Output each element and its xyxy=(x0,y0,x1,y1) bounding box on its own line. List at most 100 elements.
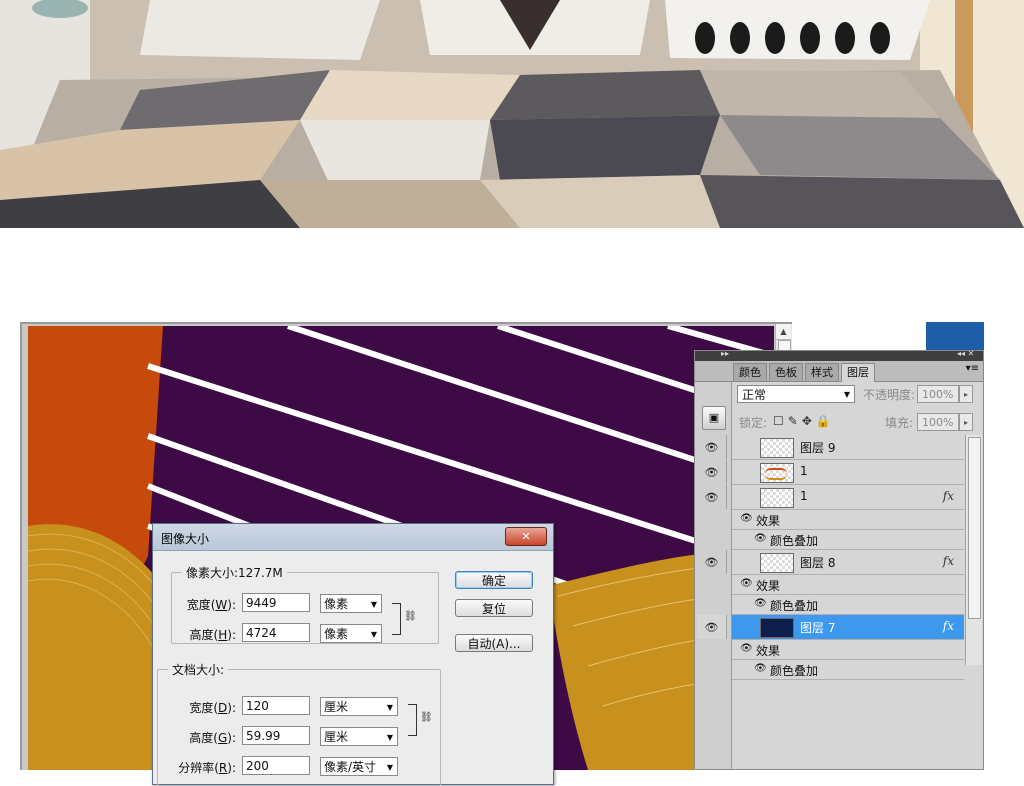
fill-input[interactable]: 100% xyxy=(917,413,959,431)
bedroom-photo-graphic xyxy=(0,0,1024,228)
effects-label: 效果 xyxy=(756,514,781,528)
doc-height-input[interactable]: 59.99 xyxy=(242,726,310,745)
effects-label: 效果 xyxy=(756,579,781,593)
fx-icon[interactable]: fx xyxy=(943,619,954,633)
effects-label: 效果 xyxy=(756,644,781,658)
layer-thumbnail xyxy=(760,618,794,638)
pixel-dimensions-label: 像素大小:127.7M xyxy=(182,564,287,581)
dialog-title: 图像大小 xyxy=(161,532,210,546)
layer-name: 图层 7 xyxy=(800,621,836,635)
layer-row-selected[interactable]: 👁 图层 7 fx xyxy=(697,615,964,640)
layer-thumbnail xyxy=(760,438,794,458)
layer-row[interactable]: 👁 图层 9 xyxy=(705,435,964,460)
opacity-input[interactable]: 100% xyxy=(917,385,959,403)
tab-layers[interactable]: 图层 xyxy=(841,363,875,382)
layers-scrollbar[interactable] xyxy=(965,435,982,665)
layer-row[interactable]: 👁 图层 8 fx xyxy=(705,550,964,575)
scroll-thumb[interactable] xyxy=(968,437,981,619)
chain-link-icon: ⛓ xyxy=(420,712,433,723)
auto-button[interactable]: 自动(A)... xyxy=(455,634,533,652)
document-size-group: 文档大小: 宽度(D): 120 厘米 ▼ 高度(G): 59.99 厘米 ▼ ⛓ … xyxy=(157,661,441,786)
eye-icon[interactable]: 👁 xyxy=(697,460,727,484)
pixel-dimensions-group: 像素大小:127.7M 宽度(W): 9449 像素 ▼ 高度(H): 4724 … xyxy=(171,564,439,644)
pixel-height-unit-select[interactable]: 像素 ▼ xyxy=(320,624,382,643)
tab-styles[interactable]: 样式 xyxy=(805,363,839,381)
pixel-width-label: 宽度(W): xyxy=(186,598,236,612)
effects-row[interactable]: 👁 效果 xyxy=(732,640,964,660)
resolution-unit-select[interactable]: 像素/英寸 ▼ xyxy=(320,757,398,776)
chevron-down-icon: ▼ xyxy=(370,630,377,639)
constrain-bracket xyxy=(392,603,401,635)
layers-list: 👁 图层 9 👁 1 👁 1 fx 👁 效果 👁 颜色叠加 👁 图层 8 fx … xyxy=(697,435,964,680)
panel-menu-icon[interactable]: ▾≡ xyxy=(966,363,979,374)
lock-label: 锁定: xyxy=(739,416,768,430)
fill-label: 填充: xyxy=(885,416,914,430)
folder-icon[interactable]: ▣ xyxy=(702,406,726,430)
eye-icon[interactable]: 👁 xyxy=(697,435,727,459)
layer-name: 1 xyxy=(800,489,808,503)
fx-icon[interactable]: fx xyxy=(943,489,954,503)
chevron-down-icon: ▼ xyxy=(370,600,377,609)
tab-swatches[interactable]: 色板 xyxy=(769,363,803,381)
doc-width-unit-select[interactable]: 厘米 ▼ xyxy=(320,697,398,716)
doc-width-input[interactable]: 120 xyxy=(242,696,310,715)
panel-topbar[interactable]: ▸▸ ◂◂ ✕ xyxy=(695,349,983,361)
layer-row[interactable]: 👁 1 fx xyxy=(705,485,964,510)
color-overlay-label: 颜色叠加 xyxy=(770,534,819,548)
layer-thumbnail xyxy=(760,463,794,483)
chain-link-icon: ⛓ xyxy=(404,611,417,622)
pixel-width-unit-select[interactable]: 像素 ▼ xyxy=(320,594,382,613)
ok-button[interactable]: 确定 xyxy=(455,571,533,589)
lock-icons[interactable]: ☐✎✥🔒 xyxy=(773,414,835,428)
effects-row[interactable]: 👁 效果 xyxy=(732,575,964,595)
tab-color[interactable]: 颜色 xyxy=(733,363,767,381)
layer-row[interactable]: 👁 1 xyxy=(705,460,964,485)
scroll-up-icon[interactable]: ▲ xyxy=(776,324,791,340)
layers-panel: ▸▸ ◂◂ ✕ 颜色 色板 样式 图层 ▾≡ ▣ 正常 ▼ 不透明度: 100% … xyxy=(694,349,984,770)
effect-item-row[interactable]: 👁 颜色叠加 xyxy=(732,595,964,615)
bedroom-photo xyxy=(0,0,1024,228)
fx-icon[interactable]: fx xyxy=(943,554,954,568)
close-button[interactable]: ✕ xyxy=(505,527,547,546)
blend-mode-select[interactable]: 正常 ▼ xyxy=(737,385,855,403)
layer-thumbnail xyxy=(760,553,794,573)
dialog-titlebar[interactable]: 图像大小 ✕ xyxy=(153,524,553,551)
resolution-input[interactable]: 200 xyxy=(242,756,310,775)
layer-thumbnail xyxy=(760,488,794,508)
opacity-arrow-icon[interactable]: ▸ xyxy=(959,385,973,403)
opacity-label: 不透明度: xyxy=(863,388,916,402)
pixel-height-label: 高度(H): xyxy=(189,628,236,642)
eye-icon[interactable]: 👁 xyxy=(754,533,767,544)
effect-item-row[interactable]: 👁 颜色叠加 xyxy=(732,660,964,680)
eye-icon[interactable]: 👁 xyxy=(754,663,767,674)
pixel-width-input[interactable]: 9449 xyxy=(242,593,310,612)
eye-icon[interactable]: 👁 xyxy=(740,643,753,654)
doc-width-label: 宽度(D): xyxy=(189,701,236,715)
constrain-bracket xyxy=(408,704,417,736)
color-overlay-label: 颜色叠加 xyxy=(770,664,819,678)
doc-height-unit-select[interactable]: 厘米 ▼ xyxy=(320,727,398,746)
effect-item-row[interactable]: 👁 颜色叠加 xyxy=(732,530,964,550)
reset-button[interactable]: 复位 xyxy=(455,599,533,617)
pixel-height-input[interactable]: 4724 xyxy=(242,623,310,642)
collapse-icon[interactable]: ◂◂ ✕ xyxy=(957,349,974,358)
fill-arrow-icon[interactable]: ▸ xyxy=(959,413,973,431)
eye-icon[interactable]: 👁 xyxy=(740,513,753,524)
image-size-dialog: 图像大小 ✕ 像素大小:127.7M 宽度(W): 9449 像素 ▼ 高度(H)… xyxy=(152,523,554,786)
effects-row[interactable]: 👁 效果 xyxy=(732,510,964,530)
panel-tabs: 颜色 色板 样式 图层 ▾≡ xyxy=(695,361,983,382)
eye-icon[interactable]: 👁 xyxy=(697,485,727,509)
eye-icon[interactable]: 👁 xyxy=(697,550,727,574)
document-size-label: 文档大小: xyxy=(168,661,229,678)
background-window-edge xyxy=(926,322,984,352)
expand-icon[interactable]: ▸▸ xyxy=(721,349,729,358)
layer-name: 1 xyxy=(800,464,808,478)
eye-icon[interactable]: 👁 xyxy=(740,578,753,589)
doc-height-label: 高度(G): xyxy=(189,731,236,745)
eye-icon[interactable]: 👁 xyxy=(754,598,767,609)
eye-icon[interactable]: 👁 xyxy=(697,615,727,639)
layer-name: 图层 9 xyxy=(800,441,836,455)
chevron-down-icon: ▼ xyxy=(386,703,393,712)
layer-name: 图层 8 xyxy=(800,556,836,570)
chevron-down-icon: ▼ xyxy=(386,733,393,742)
